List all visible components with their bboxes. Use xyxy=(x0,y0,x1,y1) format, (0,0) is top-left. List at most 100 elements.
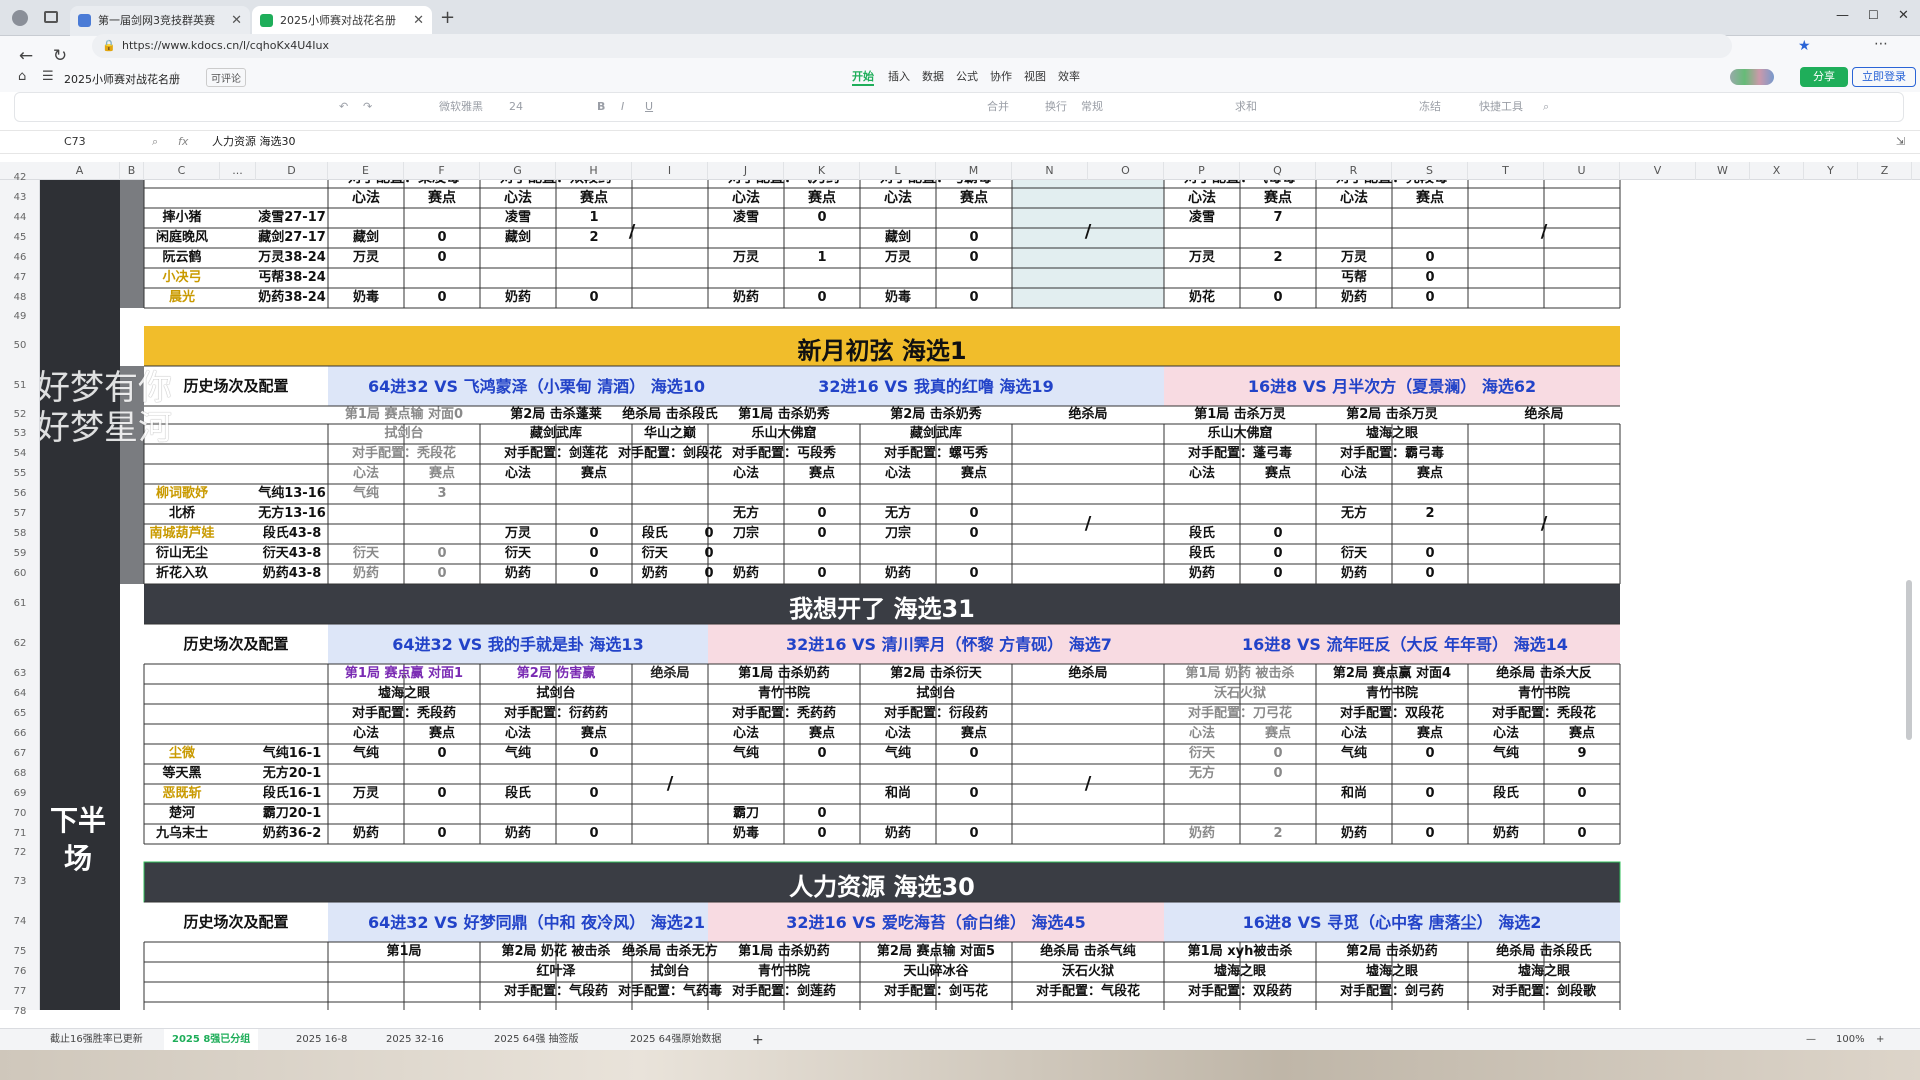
column-header[interactable]: E xyxy=(328,162,404,180)
sheet-tab-1[interactable]: 截止16强胜率已更新 xyxy=(50,1029,143,1051)
minimize-icon[interactable]: — xyxy=(1836,8,1849,23)
saidian-header[interactable]: 赛点 xyxy=(1280,467,1580,480)
map-label[interactable]: 拭剑台 xyxy=(786,687,1086,700)
player-config[interactable]: 霸刀20-1 xyxy=(142,807,442,820)
column-header[interactable]: Z xyxy=(1858,162,1912,180)
row-header[interactable]: 71 xyxy=(0,828,40,839)
zoom-plus-icon[interactable]: + xyxy=(1876,1029,1884,1051)
row-header[interactable]: 63 xyxy=(0,668,40,679)
column-header[interactable]: J xyxy=(708,162,784,180)
column-header[interactable]: P xyxy=(1164,162,1240,180)
new-tab-icon[interactable]: + xyxy=(440,7,455,28)
menu-data[interactable]: 数据 xyxy=(922,68,944,84)
player-config[interactable]: 丐帮38-24 xyxy=(142,271,442,284)
match-link[interactable]: 64进32 VS 飞鸿蒙泽（小栗甸 清酒） 海选10 xyxy=(368,379,705,395)
row-header[interactable]: 46 xyxy=(0,252,40,263)
sheet-grid[interactable]: 对手配置：策凌毒对手配置：双段药对手配置：气刀药对手配置：丐霸毒对手配置：气毒毒… xyxy=(40,180,1920,1010)
opponent-config[interactable]: 对手配置：秃段花 xyxy=(1394,707,1694,720)
column-header[interactable]: T xyxy=(1468,162,1544,180)
row-header[interactable]: 65 xyxy=(0,708,40,719)
row-header[interactable]: 52 xyxy=(0,409,40,420)
bold-icon[interactable]: B xyxy=(597,93,605,121)
opponent-config[interactable]: 对手配置：衍段药 xyxy=(786,707,1086,720)
row-header[interactable]: 78 xyxy=(0,1006,40,1017)
column-header[interactable]: G xyxy=(480,162,556,180)
undo-icon[interactable]: ↶ xyxy=(339,93,348,121)
menu-icon[interactable]: ☰ xyxy=(42,69,54,84)
search-icon[interactable]: ⌕ xyxy=(1543,93,1549,121)
match-link[interactable]: 32进16 VS 爱吃海苔（俞白维） 海选45 xyxy=(786,915,1086,931)
player-config[interactable]: 无方13-16 xyxy=(142,507,442,520)
opponent-config[interactable]: 对手配置：秃段毒 xyxy=(1242,180,1542,185)
map-label[interactable]: 墟海之眼 xyxy=(1394,965,1694,978)
maximize-icon[interactable]: ☐ xyxy=(1868,8,1879,22)
slash-mark[interactable]: / xyxy=(482,223,782,241)
result-cell[interactable]: 0 xyxy=(292,251,592,264)
history-label[interactable]: 历史场次及配置 xyxy=(86,637,386,652)
opponent-config[interactable]: 对手配置：丐霸毒 xyxy=(786,180,1086,185)
slash-mark[interactable]: / xyxy=(938,775,1238,793)
row-header[interactable]: 55 xyxy=(0,468,40,479)
match-link[interactable]: 32进16 VS 清川霁月（怀黎 方青砚） 海选7 xyxy=(786,637,1112,653)
star-icon[interactable]: ★ xyxy=(1798,38,1811,54)
login-button[interactable]: 立即登录 xyxy=(1852,67,1916,87)
map-label[interactable]: 藏剑武库 xyxy=(786,427,1086,440)
sheet-tab-4[interactable]: 2025 32-16 xyxy=(386,1029,444,1051)
sheet-tab-5[interactable]: 2025 64强 抽签版 xyxy=(494,1029,579,1051)
close-tab-icon[interactable]: ✕ xyxy=(231,6,242,36)
number-format-select[interactable]: 常规 xyxy=(1081,93,1103,121)
section-title[interactable]: 新月初弦 海选1 xyxy=(732,339,1032,363)
browser-tab-2[interactable]: 2025小师赛对战花名册 ✕ xyxy=(252,6,432,36)
row-header[interactable]: 51 xyxy=(0,380,40,391)
row-header[interactable]: 49 xyxy=(0,311,40,322)
close-tab-icon[interactable]: ✕ xyxy=(413,6,424,36)
italic-icon[interactable]: I xyxy=(621,93,624,121)
underline-icon[interactable]: U xyxy=(645,93,653,121)
vertical-scrollbar[interactable] xyxy=(1906,580,1912,740)
match-link[interactable]: 16进8 VS 寻觅（心中客 唐落尘） 海选2 xyxy=(1242,915,1542,931)
round-label[interactable]: 绝杀局 击杀大反 xyxy=(1394,667,1694,680)
doc-title[interactable]: 2025小师赛对战花名册 xyxy=(64,71,180,87)
url-field[interactable]: 🔒 https://www.kdocs.cn/l/cqhoKx4U4Iux xyxy=(92,34,1732,58)
menu-view[interactable]: 视图 xyxy=(1024,68,1046,84)
sheet-tab-2[interactable]: 2025 8强已分组 xyxy=(164,1029,259,1051)
row-header[interactable]: 60 xyxy=(0,568,40,579)
row-header[interactable]: 54 xyxy=(0,448,40,459)
round-label[interactable]: 绝杀局 击杀段氏 xyxy=(1394,945,1694,958)
menu-formula[interactable]: 公式 xyxy=(956,68,978,84)
close-window-icon[interactable]: ✕ xyxy=(1898,8,1909,23)
sheet-tab-3[interactable]: 2025 16-8 xyxy=(296,1029,347,1051)
result-cell[interactable]: 0 xyxy=(1280,251,1580,264)
column-header[interactable]: M xyxy=(936,162,1012,180)
column-header[interactable]: X xyxy=(1750,162,1804,180)
row-header[interactable]: 58 xyxy=(0,528,40,539)
match-link[interactable]: 64进32 VS 我的手就是卦 海选13 xyxy=(368,637,668,653)
font-family-select[interactable]: 微软雅黑 xyxy=(439,93,483,121)
column-header[interactable]: C xyxy=(144,162,220,180)
row-header[interactable]: 59 xyxy=(0,548,40,559)
column-header[interactable]: S xyxy=(1392,162,1468,180)
match-link[interactable]: 32进16 VS 我真的红噜 海选19 xyxy=(786,379,1086,395)
match-link[interactable]: 64进32 VS 好梦同鼎（中和 夜冷风） 海选21 xyxy=(368,915,705,931)
browser-tab-1[interactable]: 第一届剑网3竞技群英赛 ✕ xyxy=(70,6,250,36)
result-cell[interactable]: 0 xyxy=(1432,787,1732,800)
result-cell[interactable]: 0 xyxy=(1280,567,1580,580)
opponent-config[interactable]: 对手配置：霸弓毒 xyxy=(1242,447,1542,460)
column-header[interactable]: A xyxy=(40,162,120,180)
edit-badge[interactable]: 可评论 xyxy=(206,68,246,87)
menu-efficiency[interactable]: 效率 xyxy=(1058,68,1080,84)
avatar-group[interactable] xyxy=(1730,69,1774,85)
slash-mark[interactable]: / xyxy=(1394,515,1694,533)
map-label[interactable]: 青竹书院 xyxy=(1394,687,1694,700)
row-header[interactable]: 75 xyxy=(0,946,40,957)
column-header[interactable]: R xyxy=(1316,162,1392,180)
result-cell[interactable]: 9 xyxy=(1432,747,1732,760)
column-header[interactable]: Q xyxy=(1240,162,1316,180)
row-header[interactable]: 50 xyxy=(0,340,40,351)
row-header[interactable]: 45 xyxy=(0,232,40,243)
row-header[interactable]: 57 xyxy=(0,508,40,519)
freeze-button[interactable]: 冻结 xyxy=(1419,93,1441,121)
section-title[interactable]: 我想开了 海选31 xyxy=(732,597,1032,621)
more-icon[interactable]: ⋯ xyxy=(1874,36,1888,52)
column-header[interactable]: N xyxy=(1012,162,1088,180)
